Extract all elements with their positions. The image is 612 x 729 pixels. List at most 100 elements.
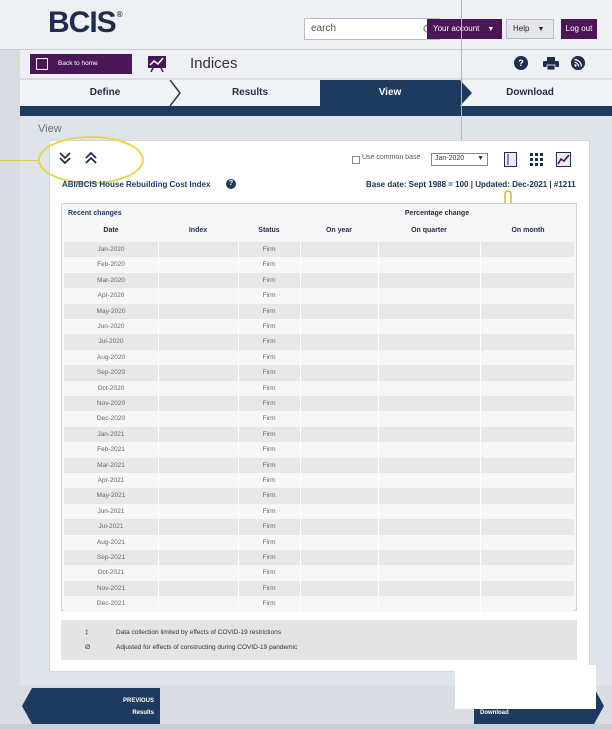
table-view-icon[interactable]	[504, 152, 517, 167]
grid-view-icon[interactable]	[530, 153, 543, 166]
cell-status: Firm	[262, 415, 276, 423]
step-define[interactable]: Define	[30, 80, 180, 106]
cell-index	[158, 350, 238, 365]
cell-on-year	[300, 242, 378, 257]
search-input[interactable]: earch	[304, 18, 418, 40]
column-header-on-month: On month	[511, 227, 545, 234]
note-text: Data collection limited by effects of CO…	[116, 629, 281, 636]
table-row: Mar-2020 Firm	[64, 272, 574, 289]
cell-index	[158, 273, 238, 288]
use-common-base-checkbox[interactable]	[352, 156, 360, 164]
common-base-select[interactable]: Jan-2020 ▼	[431, 153, 488, 166]
table-row: Aug-2020 Firm	[64, 349, 574, 366]
chart-view-icon[interactable]	[556, 152, 571, 167]
table-row: Jan-2020 Firm	[64, 242, 574, 258]
cell-on-quarter	[378, 304, 480, 319]
cell-status: Firm	[262, 477, 276, 484]
cell-on-month	[480, 319, 574, 334]
cell-date: May-2020	[96, 307, 126, 315]
column-header-on-year: On year	[325, 227, 353, 234]
cell-on-year	[300, 257, 378, 272]
cell-status: Firm	[262, 492, 276, 500]
cell-status: Firm	[262, 569, 276, 577]
cell-on-month	[480, 458, 574, 473]
cell-on-year	[300, 381, 378, 396]
previous-button[interactable]: PREVIOUS Results	[32, 688, 160, 724]
cell-on-month	[480, 442, 574, 457]
your-account-button[interactable]: Your account ▼	[427, 19, 502, 39]
step-download[interactable]: Download	[460, 80, 600, 106]
cell-on-quarter	[378, 519, 480, 534]
cell-on-year	[300, 334, 378, 349]
cell-on-quarter	[378, 535, 480, 550]
cell-on-year	[300, 442, 378, 457]
cell-on-year	[300, 304, 378, 319]
print-icon[interactable]	[543, 57, 559, 70]
help-button[interactable]: Help ▼	[506, 19, 554, 39]
cell-date: Oct-2021	[97, 569, 125, 577]
step-underline	[20, 106, 612, 116]
cell-status: Firm	[262, 276, 276, 284]
help-circle-icon[interactable]: ?	[514, 56, 528, 70]
step-view[interactable]: View	[320, 80, 460, 106]
table-row: Nov-2021 Firm	[64, 580, 574, 597]
cell-index	[158, 504, 238, 519]
cell-on-quarter	[378, 596, 480, 611]
page: BCIS® earch Your account ▼ Help ▼ Log out …	[0, 0, 612, 729]
cell-index	[158, 581, 238, 596]
cell-index	[158, 411, 238, 426]
cell-date: Apr-2020	[97, 292, 125, 300]
cell-on-year	[300, 535, 378, 550]
cell-date: Sep-2020	[96, 369, 126, 377]
page-title: Indices	[190, 55, 238, 72]
rss-icon[interactable]	[571, 56, 585, 70]
cell-status: Firm	[262, 400, 276, 407]
index-title: ABI/BCIS House Rebuilding Cost Index	[62, 180, 211, 189]
cell-status: Firm	[262, 384, 276, 392]
cell-date: Jan-2021	[97, 430, 125, 438]
view-section-label: View	[38, 123, 62, 135]
cell-on-year	[300, 488, 378, 503]
use-common-base-label: Use common base	[362, 154, 421, 161]
column-header-on-quarter: On quarter	[411, 227, 447, 234]
table-row: Nov-2020 Firm	[64, 396, 574, 412]
cell-index	[158, 288, 238, 303]
cell-date: Aug-2020	[96, 353, 126, 361]
cell-on-year	[300, 350, 378, 365]
cell-on-quarter	[378, 396, 480, 411]
previous-arrow-icon[interactable]	[22, 688, 32, 724]
table-row: Jun-2021 Firm	[64, 503, 574, 520]
info-icon[interactable]: ?	[226, 179, 236, 189]
cell-date: Apr-2021	[97, 477, 125, 484]
cell-on-year	[300, 288, 378, 303]
cell-on-quarter	[378, 334, 480, 349]
step-results[interactable]: Results	[180, 80, 320, 106]
table-notes: ‡ Data collection limited by effects of …	[61, 620, 577, 660]
table-row: May-2020 Firm	[64, 303, 574, 319]
cell-status: Firm	[262, 323, 276, 330]
cell-on-year	[300, 458, 378, 473]
cell-index	[158, 319, 238, 334]
cell-on-quarter	[378, 504, 480, 519]
cell-on-year	[300, 473, 378, 488]
cell-on-year	[300, 396, 378, 411]
cell-on-month	[480, 242, 574, 257]
note-text: Adjusted for effects of constructing dur…	[116, 644, 298, 651]
cell-index	[158, 427, 238, 442]
cell-date: Dec-2021	[96, 600, 126, 608]
exit-icon	[36, 58, 48, 70]
cell-on-year	[300, 319, 378, 334]
cell-date: Sep-2021	[96, 554, 126, 561]
cell-index	[158, 365, 238, 380]
cell-index	[158, 304, 238, 319]
step-arrow-icon	[310, 80, 322, 106]
cell-on-month	[480, 257, 574, 272]
cell-date: Mar-2020	[97, 276, 125, 284]
cell-on-quarter	[378, 427, 480, 442]
cell-date: Dec-2020	[96, 415, 126, 423]
cell-on-quarter	[378, 411, 480, 426]
cell-on-quarter	[378, 550, 480, 565]
logout-button[interactable]: Log out	[561, 19, 597, 39]
bcis-logo[interactable]: BCIS®	[48, 6, 123, 40]
cell-on-year	[300, 565, 378, 580]
